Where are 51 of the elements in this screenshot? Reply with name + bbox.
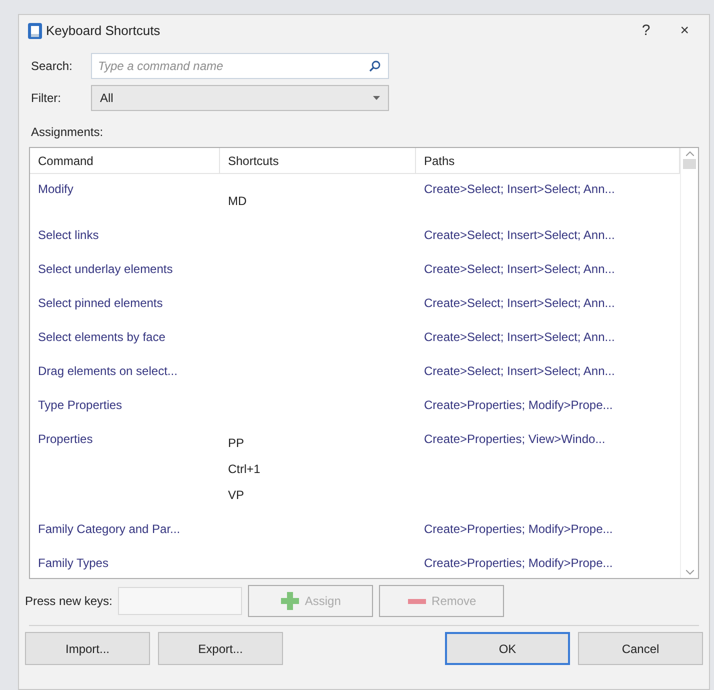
ok-button[interactable]: OK [445,632,570,665]
filter-dropdown[interactable]: All [91,85,389,111]
scrollbar[interactable] [680,148,698,578]
command-name: Type Properties [37,398,124,412]
import-button[interactable]: Import... [25,632,150,665]
column-header[interactable]: Command [30,148,220,173]
command-name: Properties [37,432,94,446]
command-path: Create>Select; Insert>Select; Ann... [423,182,616,196]
app-icon [27,22,43,40]
filter-label: Filter: [31,90,62,107]
shortcut-key: PP [220,430,416,456]
command-path: Create>Select; Insert>Select; Ann... [423,364,616,378]
command-path: Create>Select; Insert>Select; Ann... [423,228,616,242]
press-keys-label: Press new keys: [25,593,112,610]
shortcut-key: MD [220,188,416,214]
new-keys-field[interactable] [118,587,242,615]
caret-icon [373,96,380,100]
search-icon [369,60,381,72]
column-header[interactable]: Shortcuts [220,148,416,173]
command-path: Create>Select; Insert>Select; Ann... [423,296,616,310]
command-name: Select pinned elements [37,296,164,310]
assignments-label: Assignments: [31,125,104,139]
search-field[interactable]: Type a command name [91,53,389,79]
shortcut-key: Ctrl+1 [220,456,416,482]
command-name: Drag elements on select... [37,364,178,378]
plus-icon [280,592,299,610]
command-name: Family Types [37,556,110,570]
command-name: Select underlay elements [37,262,174,276]
command-path: Create>Properties; View>Windo... [423,432,606,446]
command-name: Select elements by face [37,330,166,344]
command-path: Create>Select; Insert>Select; Ann... [423,330,616,344]
help-button[interactable]: ? [636,20,656,42]
scroll-down-icon[interactable] [686,570,694,575]
command-path: Create>Properties; Modify>Prope... [423,522,614,536]
search-label: Search: [31,58,74,75]
minus-icon [408,598,426,604]
column-header[interactable]: Paths [416,148,680,173]
shortcut-key: VP [220,482,416,508]
cancel-button[interactable]: Cancel [578,632,703,665]
command-path: Create>Select; Insert>Select; Ann... [423,262,616,276]
command-path: Create>Properties; Modify>Prope... [423,398,614,412]
command-name: Select links [37,228,100,242]
command-name: Family Category and Par... [37,522,182,536]
scrollbar-thumb[interactable] [683,159,696,169]
close-button[interactable]: × [674,20,695,42]
command-name: Modify [37,182,74,196]
scroll-up-icon[interactable] [686,151,694,156]
export-button[interactable]: Export... [158,632,283,665]
filter-value: All [100,90,114,107]
command-path: Create>Properties; Modify>Prope... [423,556,614,570]
window-title: Keyboard Shortcuts [46,22,160,40]
